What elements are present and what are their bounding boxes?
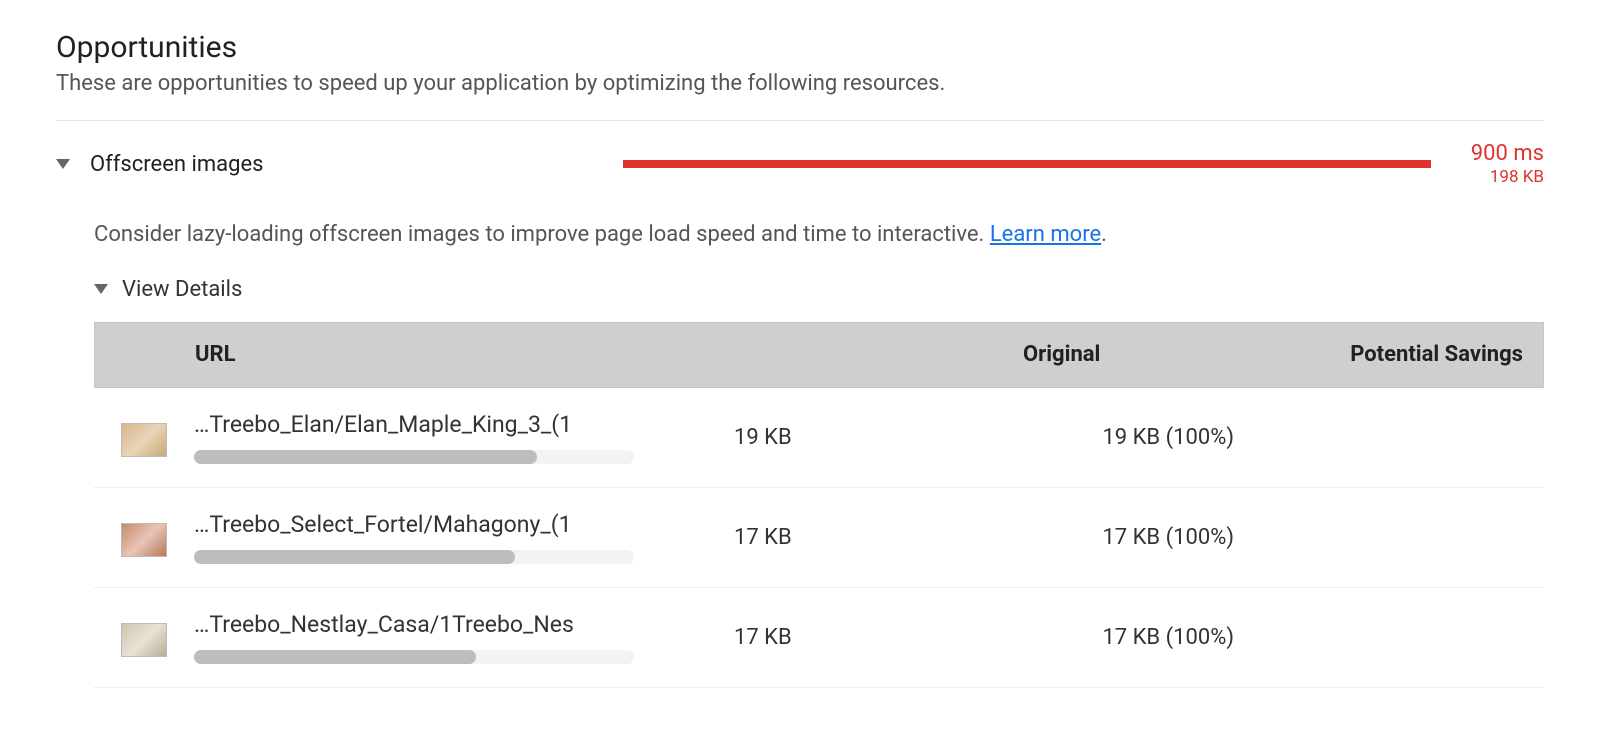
metric-size: 198 KB (1471, 167, 1544, 187)
original-size: 17 KB (734, 625, 994, 650)
opportunities-section: Opportunities These are opportunities to… (56, 30, 1544, 96)
th-url: URL (195, 342, 1023, 367)
impact-bar-container (623, 160, 1430, 168)
learn-more-link[interactable]: Learn more (990, 222, 1101, 247)
description-text: Consider lazy-loading offscreen images t… (94, 222, 990, 247)
scrollbar-thumb[interactable] (194, 550, 515, 564)
thumbnail-cell (94, 617, 194, 657)
thumbnail-cell (94, 517, 194, 557)
divider (56, 120, 1544, 121)
potential-savings: 19 KB (100%) (994, 425, 1254, 450)
url-scrollbar[interactable] (194, 450, 634, 464)
table-row: …Treebo_Elan/Elan_Maple_King_3_(1 19 KB … (94, 388, 1544, 488)
view-details-label: View Details (122, 277, 242, 302)
description-post: . (1101, 222, 1107, 247)
details-table: URL Original Potential Savings …Treebo_E… (94, 322, 1544, 688)
table-row: …Treebo_Nestlay_Casa/1Treebo_Nes 17 KB 1… (94, 588, 1544, 688)
table-header-row: URL Original Potential Savings (94, 322, 1544, 388)
url-text[interactable]: …Treebo_Nestlay_Casa/1Treebo_Nes (194, 611, 734, 638)
image-thumbnail[interactable] (121, 523, 167, 557)
original-size: 17 KB (734, 525, 994, 550)
th-savings: Potential Savings (1283, 342, 1543, 367)
th-original: Original (1023, 342, 1283, 367)
url-cell: …Treebo_Elan/Elan_Maple_King_3_(1 (194, 411, 734, 464)
scrollbar-thumb[interactable] (194, 450, 537, 464)
scrollbar-thumb[interactable] (194, 650, 476, 664)
metric-time: 900 ms (1471, 141, 1544, 167)
url-text[interactable]: …Treebo_Select_Fortel/Mahagony_(1 (194, 511, 734, 538)
audit-metrics: 900 ms 198 KB (1471, 141, 1544, 188)
url-scrollbar[interactable] (194, 550, 634, 564)
view-details-toggle[interactable]: View Details (94, 277, 1544, 302)
audit-title: Offscreen images (90, 152, 263, 177)
url-cell: …Treebo_Select_Fortel/Mahagony_(1 (194, 511, 734, 564)
impact-bar (623, 160, 1430, 168)
thumbnail-cell (94, 417, 194, 457)
potential-savings: 17 KB (100%) (994, 525, 1254, 550)
view-details-triangle-icon (94, 284, 108, 294)
url-text[interactable]: …Treebo_Elan/Elan_Maple_King_3_(1 (194, 411, 734, 438)
url-scrollbar[interactable] (194, 650, 634, 664)
original-size: 19 KB (734, 425, 994, 450)
url-cell: …Treebo_Nestlay_Casa/1Treebo_Nes (194, 611, 734, 664)
table-row: …Treebo_Select_Fortel/Mahagony_(1 17 KB … (94, 488, 1544, 588)
expand-triangle-icon (56, 159, 70, 169)
audit-header-row[interactable]: Offscreen images 900 ms 198 KB (56, 135, 1544, 190)
section-subtitle: These are opportunities to speed up your… (56, 71, 1544, 96)
potential-savings: 17 KB (100%) (994, 625, 1254, 650)
image-thumbnail[interactable] (121, 623, 167, 657)
section-title: Opportunities (56, 30, 1544, 65)
audit-description: Consider lazy-loading offscreen images t… (94, 222, 1544, 247)
image-thumbnail[interactable] (121, 423, 167, 457)
